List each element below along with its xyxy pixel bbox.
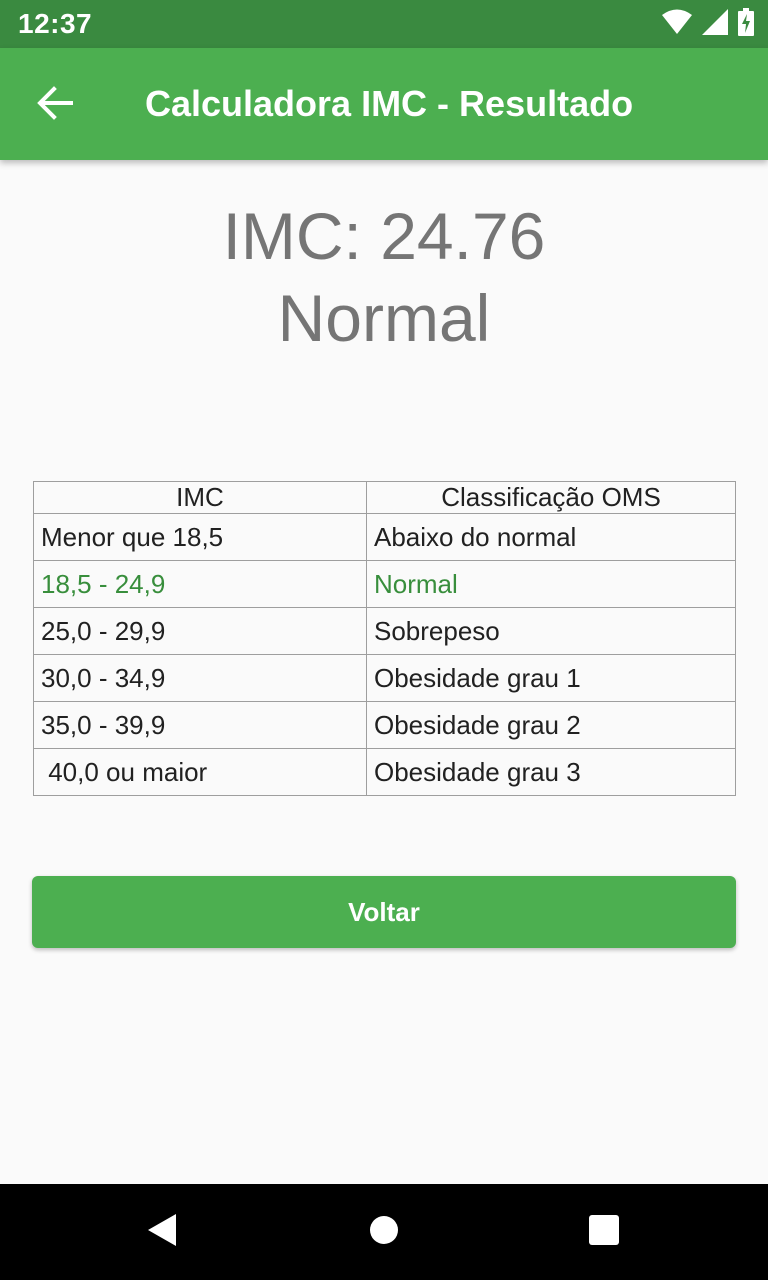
- table-row: 25,0 - 29,9 Sobrepeso: [33, 607, 736, 655]
- status-time: 12:37: [18, 8, 93, 39]
- signal-icon: [702, 8, 728, 40]
- cell-imc: 25,0 - 29,9: [33, 607, 367, 655]
- table-row: 40,0 ou maior Obesidade grau 3: [33, 748, 736, 796]
- imc-value: IMC: 24.76: [222, 199, 546, 273]
- imc-classification: Normal: [277, 281, 491, 355]
- cell-classificacao: Normal: [366, 560, 736, 608]
- imc-table: IMC Classificação OMS Menor que 18,5 Aba…: [33, 481, 736, 796]
- table-header-row: IMC Classificação OMS: [33, 481, 736, 514]
- status-icons: [662, 7, 754, 41]
- cell-imc: 35,0 - 39,9: [33, 701, 367, 749]
- voltar-button[interactable]: Voltar: [32, 876, 736, 948]
- header-imc: IMC: [33, 481, 367, 514]
- table-row: 35,0 - 39,9 Obesidade grau 2: [33, 701, 736, 749]
- nav-home-button[interactable]: [356, 1204, 412, 1260]
- cell-imc: 40,0 ou maior: [33, 748, 367, 796]
- cell-classificacao: Abaixo do normal: [366, 513, 736, 561]
- back-triangle-icon: [146, 1213, 178, 1252]
- cell-imc: 30,0 - 34,9: [33, 654, 367, 702]
- nav-back-button[interactable]: [134, 1204, 190, 1260]
- cell-classificacao: Obesidade grau 3: [366, 748, 736, 796]
- arrow-back-icon: [37, 85, 73, 125]
- table-row: 30,0 - 34,9 Obesidade grau 1: [33, 654, 736, 702]
- table-row: Menor que 18,5 Abaixo do normal: [33, 513, 736, 561]
- back-arrow-button[interactable]: [30, 82, 80, 128]
- app-title: Calculadora IMC - Resultado: [145, 83, 634, 124]
- wifi-icon: [662, 9, 692, 40]
- cell-imc: Menor que 18,5: [33, 513, 367, 561]
- battery-charging-icon: [738, 7, 754, 41]
- table-row: 18,5 - 24,9 Normal: [33, 560, 736, 608]
- nav-recents-button[interactable]: [576, 1204, 632, 1260]
- cell-classificacao: Obesidade grau 1: [366, 654, 736, 702]
- cell-imc: 18,5 - 24,9: [33, 560, 367, 608]
- header-classificacao: Classificação OMS: [366, 481, 736, 514]
- app-bar: Calculadora IMC - Resultado: [0, 48, 768, 160]
- cell-classificacao: Obesidade grau 2: [366, 701, 736, 749]
- recents-square-icon: [589, 1214, 619, 1250]
- home-circle-icon: [369, 1215, 399, 1250]
- result-panel: IMC: 24.76 Normal: [0, 192, 768, 362]
- status-bar: 12:37: [0, 0, 768, 48]
- navigation-bar: [0, 1184, 768, 1280]
- cell-classificacao: Sobrepeso: [366, 607, 736, 655]
